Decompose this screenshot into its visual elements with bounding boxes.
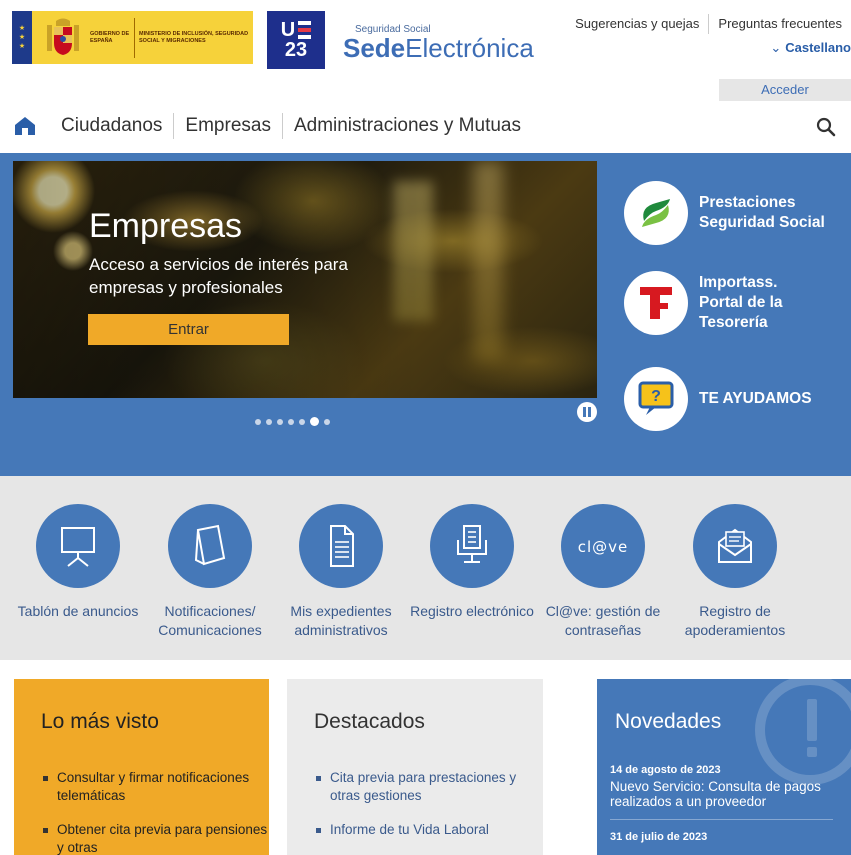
acceder-button[interactable]: Acceder bbox=[719, 79, 851, 101]
list-item[interactable]: Cita previa para prestaciones y otras ge… bbox=[316, 769, 543, 805]
envelope-icon bbox=[693, 504, 777, 588]
service-label: Mis expedientes administrativos bbox=[290, 603, 392, 638]
language-selector[interactable]: ⌄ Castellano bbox=[770, 40, 851, 56]
clave-icon: cl@ve bbox=[561, 504, 645, 588]
carousel-dot[interactable] bbox=[324, 418, 330, 425]
carousel-dot[interactable] bbox=[277, 418, 283, 425]
quick-link-te-ayudamos[interactable]: ? TE AYUDAMOS bbox=[624, 367, 812, 431]
ue-e-stripes-icon bbox=[298, 21, 312, 39]
notification-document-icon bbox=[168, 504, 252, 588]
nav-empresas[interactable]: Empresas bbox=[174, 115, 282, 137]
list-item[interactable]: Informe de tu Vida Laboral bbox=[316, 821, 543, 839]
utility-links: Sugerencias y quejas Preguntas frecuente… bbox=[566, 14, 851, 34]
prestaciones-logo-icon bbox=[624, 181, 688, 245]
government-logo[interactable]: ★ ★ ★ GOBIERNO DE ESPAÑA MINISTERIO DE INC… bbox=[12, 11, 253, 64]
service-label: Notificaciones/ Comunicaciones bbox=[158, 603, 262, 638]
carousel-dot[interactable] bbox=[299, 418, 305, 425]
search-icon[interactable] bbox=[815, 116, 837, 138]
carousel-dot[interactable] bbox=[310, 417, 319, 426]
preguntas-frecuentes-link[interactable]: Preguntas frecuentes bbox=[709, 16, 851, 34]
main-nav: Ciudadanos Empresas Administraciones y M… bbox=[0, 104, 851, 148]
hero-carousel-slide: Empresas Acceso a servicios de interés p… bbox=[13, 161, 597, 398]
top-header: ★ ★ ★ GOBIERNO DE ESPAÑA MINISTERIO DE INC… bbox=[0, 0, 851, 78]
sugerencias-link[interactable]: Sugerencias y quejas bbox=[566, 16, 708, 34]
service-clave[interactable]: cl@ve Cl@ve: gestión de contraseñas bbox=[538, 504, 668, 640]
news-date: 31 de julio de 2023 bbox=[610, 831, 708, 843]
service-label: Registro de apoderamientos bbox=[684, 603, 786, 638]
carousel-dots bbox=[255, 417, 330, 426]
hero-entrar-button[interactable]: Entrar bbox=[88, 314, 289, 345]
ue-2023-logo[interactable]: U 23 bbox=[267, 11, 325, 69]
list-item[interactable]: Consultar y firmar notificaciones telemá… bbox=[43, 769, 269, 805]
sede-electronica-logo[interactable]: Seguridad Social SedeElectrónica bbox=[343, 24, 534, 64]
service-label: Registro electrónico bbox=[410, 603, 534, 619]
spain-coat-of-arms-icon bbox=[44, 17, 82, 59]
noticeboard-icon bbox=[36, 504, 120, 588]
service-label: Cl@ve: gestión de contraseñas bbox=[545, 603, 661, 638]
card-title: Destacados bbox=[314, 710, 425, 733]
help-chat-icon: ? bbox=[624, 367, 688, 431]
quick-link-prestaciones[interactable]: Prestaciones Seguridad Social bbox=[624, 181, 829, 245]
carousel-dot[interactable] bbox=[266, 418, 272, 425]
list-item[interactable]: Obtener cita previa para pensiones y otr… bbox=[43, 821, 269, 855]
quick-link-label: Prestaciones Seguridad Social bbox=[699, 194, 825, 231]
quick-link-label: TE AYUDAMOS bbox=[699, 390, 812, 407]
hero-title: Empresas bbox=[89, 207, 243, 245]
service-apoderamientos[interactable]: Registro de apoderamientos bbox=[670, 504, 800, 640]
importass-logo-icon bbox=[624, 271, 688, 335]
card-title: Lo más visto bbox=[41, 710, 159, 733]
service-expedientes[interactable]: Mis expedientes administrativos bbox=[276, 504, 406, 640]
carousel-dot[interactable] bbox=[255, 418, 261, 425]
government-text: GOBIERNO DE ESPAÑA bbox=[90, 30, 130, 44]
novedades-card: Novedades 14 de agosto de 2023 Nuevo Ser… bbox=[597, 679, 851, 855]
svg-text:?: ? bbox=[651, 388, 661, 405]
hero-subtitle: Acceso a servicios de interés para empre… bbox=[89, 255, 348, 297]
svg-text:cl@ve: cl@ve bbox=[578, 538, 629, 556]
quick-link-label: Importass. Portal de la Tesorería bbox=[699, 274, 783, 331]
service-notificaciones[interactable]: Notificaciones/ Comunicaciones bbox=[145, 504, 275, 640]
pause-icon[interactable] bbox=[577, 402, 597, 422]
ministry-text: MINISTERIO DE INCLUSIÓN, SEGURIDAD SOCIA… bbox=[139, 30, 249, 44]
carousel-dot[interactable] bbox=[288, 418, 294, 425]
home-icon[interactable] bbox=[14, 116, 36, 136]
lo-mas-visto-card: Lo más visto Consultar y firmar notifica… bbox=[14, 679, 269, 855]
electronic-register-icon bbox=[430, 504, 514, 588]
file-document-icon bbox=[299, 504, 383, 588]
nav-ciudadanos[interactable]: Ciudadanos bbox=[50, 115, 173, 137]
destacados-card: Destacados Cita previa para prestaciones… bbox=[287, 679, 543, 855]
quick-link-importass[interactable]: Importass. Portal de la Tesorería bbox=[624, 271, 799, 335]
service-registro-electronico[interactable]: Registro electrónico bbox=[407, 504, 537, 621]
chevron-down-icon: ⌄ bbox=[770, 40, 782, 55]
hero-section: Empresas Acceso a servicios de interés p… bbox=[0, 153, 851, 476]
nav-administraciones[interactable]: Administraciones y Mutuas bbox=[283, 115, 532, 137]
services-band: Tablón de anuncios Notificaciones/ Comun… bbox=[0, 476, 851, 660]
service-label: Tablón de anuncios bbox=[17, 603, 139, 619]
eu-flag-icon: ★ ★ ★ bbox=[12, 11, 32, 64]
service-tablon[interactable]: Tablón de anuncios bbox=[13, 504, 143, 621]
